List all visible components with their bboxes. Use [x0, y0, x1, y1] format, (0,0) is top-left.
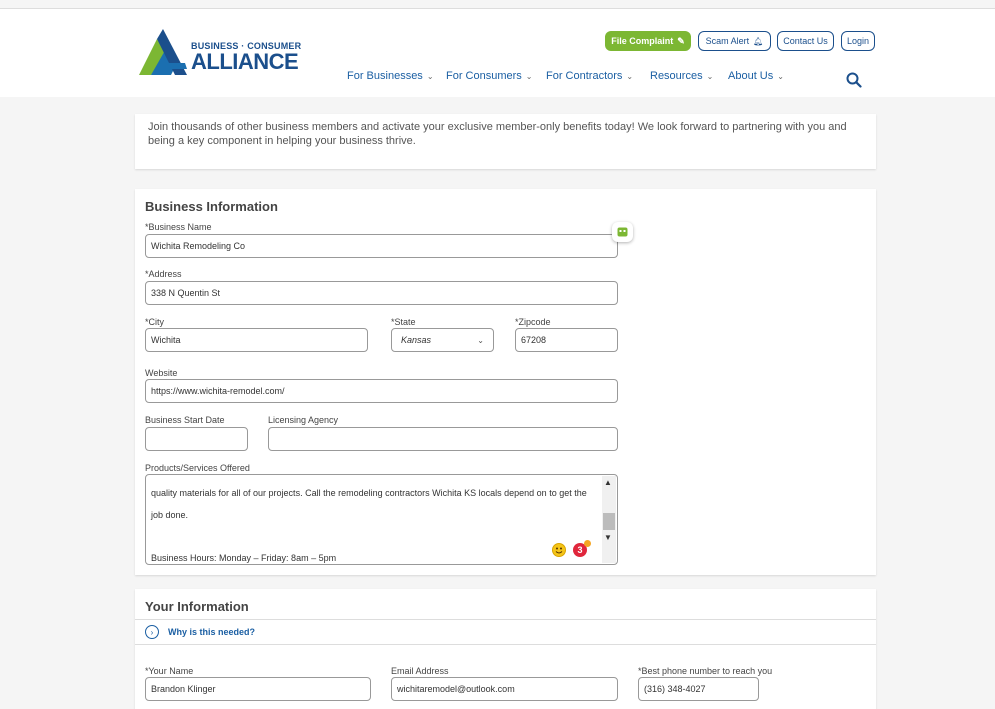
contact-us-label: Contact Us [783, 36, 828, 46]
business-name-label: *Business Name [145, 222, 212, 232]
state-select[interactable]: Kansas ⌄ [391, 328, 494, 352]
services-line: quality materials for all of our project… [151, 488, 587, 498]
state-value: Kansas [401, 335, 432, 345]
login-label: Login [846, 36, 870, 46]
chevron-circle-icon[interactable]: › [145, 625, 159, 639]
website-value: https://www.wichita-remodel.com/ [151, 386, 285, 396]
scam-alert-button[interactable]: Scam Alert 🔔︎ [698, 31, 771, 51]
nav-label: For Businesses [347, 70, 423, 82]
website-label: Website [145, 368, 178, 378]
your-name-field[interactable]: Brandon Klinger [145, 677, 371, 701]
city-label: *City [145, 317, 165, 327]
intro-card: Join thousands of other business members… [135, 114, 876, 169]
nav-resources[interactable]: Resources ⌄ [650, 70, 728, 82]
main-nav: For Businesses ⌄ For Consumers ⌄ For Contr… [347, 70, 784, 82]
badge-dot-icon [584, 540, 591, 547]
licensing-agency-field[interactable] [268, 427, 618, 451]
city-field[interactable]: Wichita [145, 328, 368, 352]
nav-label: Resources [650, 70, 703, 82]
services-textarea[interactable]: quality materials for all of our project… [145, 474, 618, 565]
chevron-down-icon: ⌄ [777, 71, 784, 81]
intro-text: Join thousands of other business members… [148, 121, 847, 147]
address-field[interactable]: 338 N Quentin St [145, 281, 618, 305]
file-complaint-label: File Complaint [611, 36, 674, 46]
nav-for-contractors[interactable]: For Contractors ⌄ [546, 70, 650, 82]
phone-field[interactable]: (316) 348-4027 [638, 677, 759, 701]
scam-alert-label: Scam Alert [705, 36, 750, 46]
contact-us-button[interactable]: Contact Us [777, 31, 834, 51]
form-assistant-icon[interactable] [612, 222, 633, 242]
smiley-icon[interactable] [552, 543, 566, 557]
grammar-count: 3 [577, 545, 583, 555]
smiley-face-icon [555, 547, 563, 554]
nav-label: For Consumers [446, 70, 522, 82]
logo-mark-icon [139, 29, 187, 75]
bell-icon: 🔔︎ [753, 36, 764, 46]
logo[interactable]: BUSINESS · CONSUMER ALLIANCE [137, 25, 307, 80]
chevron-down-icon: ⌄ [626, 71, 634, 81]
phone-label: *Best phone number to reach you [638, 666, 773, 676]
email-field[interactable]: wichitaremodel@outlook.com [391, 677, 618, 701]
chevron-down-icon: ⌄ [706, 71, 714, 81]
nav-label: For Contractors [546, 70, 623, 82]
scroll-thumb[interactable] [603, 513, 615, 530]
robot-icon [617, 227, 628, 237]
chevron-down-icon: ⌄ [477, 335, 484, 345]
website-field[interactable]: https://www.wichita-remodel.com/ [145, 379, 618, 403]
services-line: job done. [151, 510, 189, 520]
scroll-up-icon[interactable]: ▲ [604, 478, 612, 487]
licensing-agency-label: Licensing Agency [268, 415, 339, 425]
email-value: wichitaremodel@outlook.com [397, 684, 515, 694]
file-complaint-button[interactable]: File Complaint ✎ [605, 31, 691, 51]
zipcode-value: 67208 [521, 335, 547, 345]
nav-for-consumers[interactable]: For Consumers ⌄ [446, 70, 546, 82]
nav-for-businesses[interactable]: For Businesses ⌄ [347, 70, 446, 82]
address-value: 338 N Quentin St [151, 288, 221, 298]
city-value: Wichita [151, 335, 181, 345]
chevron-down-icon: ⌄ [525, 71, 533, 81]
phone-value: (316) 348-4027 [644, 684, 706, 694]
nav-about-us[interactable]: About Us ⌄ [728, 70, 784, 82]
login-button[interactable]: Login [841, 31, 875, 51]
start-date-label: Business Start Date [145, 415, 225, 425]
nav-label: About Us [728, 70, 774, 82]
your-name-label: *Your Name [145, 666, 194, 676]
chevron-down-icon: ⌄ [426, 71, 434, 81]
services-label: Products/Services Offered [145, 463, 250, 473]
textarea-scrollbar[interactable]: ▲ ▼ [602, 476, 616, 563]
search-icon[interactable] [846, 72, 862, 88]
business-name-value: Wichita Remodeling Co [151, 241, 246, 251]
logo-line2: ALLIANCE [191, 49, 299, 74]
zipcode-field[interactable]: 67208 [515, 328, 618, 352]
section-title: Business Information [145, 199, 278, 214]
services-line: Business Hours: Monday – Friday: 8am – 5… [151, 553, 337, 563]
scroll-down-icon[interactable]: ▼ [604, 533, 612, 542]
section-title: Your Information [145, 599, 249, 614]
state-label: *State [391, 317, 416, 327]
business-name-field[interactable]: Wichita Remodeling Co [145, 234, 618, 258]
your-name-value: Brandon Klinger [151, 684, 216, 694]
zipcode-label: *Zipcode [515, 317, 551, 327]
edit-icon: ✎ [677, 35, 685, 46]
address-label: *Address [145, 269, 182, 279]
email-label: Email Address [391, 666, 449, 676]
why-needed-link[interactable]: Why is this needed? [168, 627, 255, 637]
start-date-field[interactable] [145, 427, 248, 451]
